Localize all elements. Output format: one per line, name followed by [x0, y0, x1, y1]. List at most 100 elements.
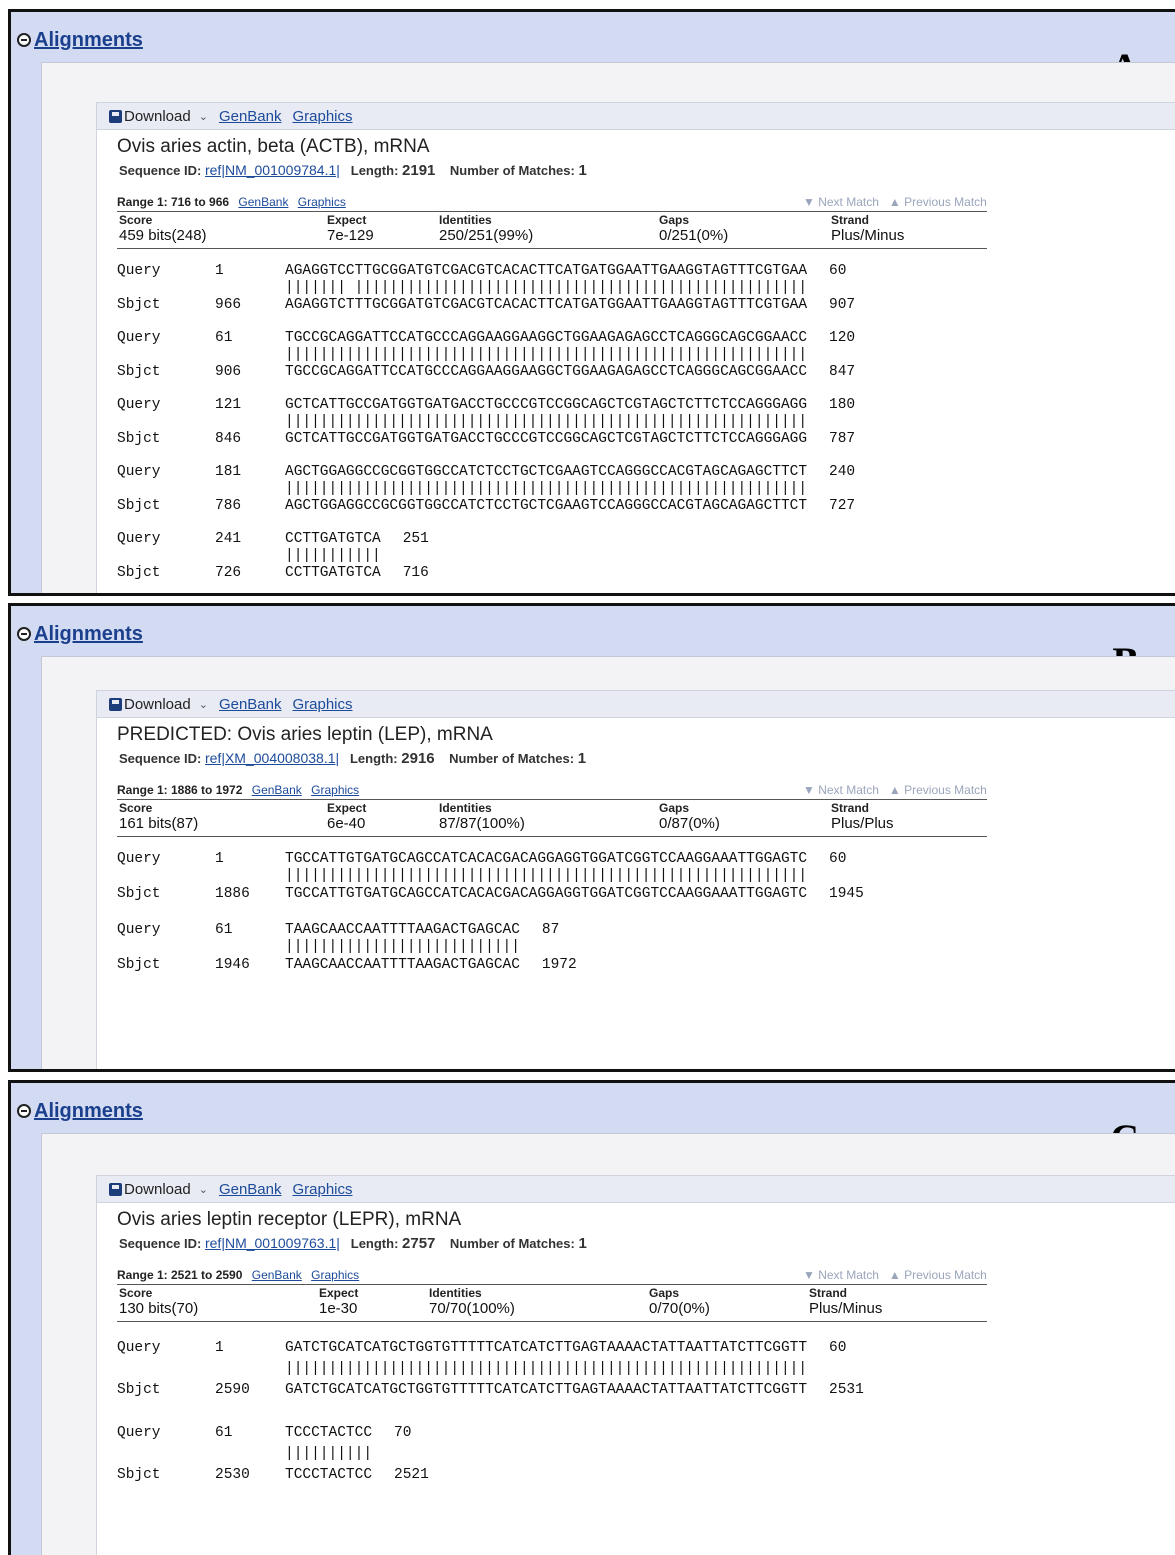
sequence-id-link[interactable]: ref|NM_001009763.1|: [205, 1235, 340, 1251]
graphics-link[interactable]: Graphics: [292, 108, 352, 125]
query-sequence: CCTTGATGTCA: [285, 531, 381, 547]
graphics-link[interactable]: Graphics: [292, 1181, 352, 1198]
stat-label: Identities: [439, 213, 492, 227]
alignments-header[interactable]: Alignments: [17, 1099, 143, 1123]
query-sequence: GATCTGCATCATGCTGGTGTTTTTCATCATCTTGAGTAAA…: [285, 1340, 808, 1356]
alignments-section-title[interactable]: Alignments: [34, 1100, 143, 1123]
query-start: 61: [215, 330, 233, 346]
query-label: Query: [117, 531, 161, 547]
sbjct-label: Sbjct: [117, 1467, 161, 1483]
range-graphics-link[interactable]: Graphics: [311, 1268, 359, 1282]
sbjct-label: Sbjct: [117, 498, 161, 514]
chevron-down-icon[interactable]: ⌄: [199, 1183, 208, 1196]
stat-strand: Strand Plus/Minus: [831, 213, 904, 244]
sbjct-sequence: TGCCGCAGGATTCCATGCCCAGGAAGGAAGGCTGGAAGAG…: [285, 364, 808, 380]
stat-value: Plus/Minus: [809, 1300, 883, 1317]
stat-label: Score: [119, 801, 153, 815]
range-genbank-link[interactable]: GenBank: [252, 1268, 302, 1282]
sequence-id-label: Sequence ID:: [119, 1236, 202, 1251]
sbjct-sequence: GATCTGCATCATGCTGGTGTTTTTCATCATCTTGAGTAAA…: [285, 1382, 808, 1398]
stat-expect: Expect 1e-30: [319, 1286, 358, 1317]
stat-label: Identities: [429, 1286, 482, 1300]
query-sequence: TGCCGCAGGATTCCATGCCCAGGAAGGAAGGCTGGAAGAG…: [285, 330, 808, 346]
query-end: 120: [829, 330, 856, 346]
next-match-link[interactable]: ▼ Next Match: [803, 195, 879, 209]
graphics-link[interactable]: Graphics: [292, 696, 352, 713]
alignments-section-title[interactable]: Alignments: [34, 29, 143, 52]
range-text: Range 1: 1886 to 1972: [117, 783, 243, 797]
download-button[interactable]: Download ⌄: [109, 1181, 208, 1198]
query-label: Query: [117, 1425, 161, 1441]
sbjct-label: Sbjct: [117, 297, 161, 313]
chevron-down-icon[interactable]: ⌄: [199, 110, 208, 123]
previous-match-link[interactable]: ▲ Previous Match: [889, 783, 987, 797]
matches-label: Number of Matches:: [449, 163, 575, 178]
next-match-link[interactable]: ▼ Next Match: [803, 783, 879, 797]
genbank-link[interactable]: GenBank: [219, 1181, 282, 1198]
sbjct-end: 787: [829, 431, 856, 447]
stat-value: 130 bits(70): [119, 1300, 199, 1317]
stat-label: Strand: [831, 801, 870, 815]
download-button[interactable]: Download ⌄: [109, 108, 208, 125]
range-genbank-link[interactable]: GenBank: [252, 783, 302, 797]
sbjct-label: Sbjct: [117, 431, 161, 447]
stat-strand: Strand Plus/Minus: [809, 1286, 882, 1317]
download-button[interactable]: Download ⌄: [109, 696, 208, 713]
sbjct-label: Sbjct: [117, 565, 161, 581]
alignments-header[interactable]: Alignments: [17, 28, 143, 52]
sbjct-start: 2530: [215, 1467, 250, 1483]
stat-strand: Strand Plus/Plus: [831, 801, 894, 832]
alignments-header[interactable]: Alignments: [17, 622, 143, 646]
alignments-section-title[interactable]: Alignments: [34, 623, 143, 646]
stat-identities: Identities 250/251(99%): [439, 213, 533, 244]
stat-label: Expect: [327, 801, 367, 815]
query-label: Query: [117, 330, 161, 346]
collapse-toggle-icon[interactable]: [17, 627, 31, 641]
alignment-blocks: Query 1 GATCTGCATCATGCTGGTGTTTTTCATCATCTTG…: [97, 1322, 1175, 1510]
length-value: 2757: [402, 1235, 436, 1252]
stat-expect: Expect 6e-40: [327, 801, 366, 832]
previous-match-link[interactable]: ▲ Previous Match: [889, 195, 987, 209]
genbank-link[interactable]: GenBank: [219, 696, 282, 713]
sbjct-end: 2531: [829, 1382, 864, 1398]
query-label: Query: [117, 851, 161, 867]
range-row: Range 1: 716 to 966 GenBank Graphics ▼ N…: [117, 195, 1175, 211]
sbjct-sequence: GCTCATTGCCGATGGTGATGACCTGCCCGTCCGGCAGCTC…: [285, 431, 808, 447]
collapse-toggle-icon[interactable]: [17, 1104, 31, 1118]
match-nav: ▼ Next Match ▲ Previous Match: [803, 1268, 987, 1282]
alignment-blocks: Query 1 TGCCATTGTGATGCAGCCATCACACGACAGGAGG…: [97, 837, 1175, 993]
stat-value: 0/251(0%): [659, 227, 729, 244]
match-bars: ||||||||||||||||||||||||||||||||||||||||…: [285, 414, 808, 430]
sequence-id-link[interactable]: ref|XM_004008038.1|: [205, 750, 339, 766]
stat-label: Strand: [831, 213, 870, 227]
match-bars: ||||||||||||||||||||||||||||||||||||||||…: [285, 347, 808, 363]
query-end: 60: [829, 263, 847, 279]
stat-expect: Expect 7e-129: [327, 213, 374, 244]
alignment-toolbar: Download ⌄ GenBank Graphics: [97, 103, 1175, 130]
range-genbank-link[interactable]: GenBank: [238, 195, 288, 209]
stat-score: Score 161 bits(87): [119, 801, 198, 832]
stat-label: Expect: [319, 1286, 359, 1300]
range-graphics-link[interactable]: Graphics: [298, 195, 346, 209]
next-match-link[interactable]: ▼ Next Match: [803, 1268, 879, 1282]
sbjct-end: 727: [829, 498, 856, 514]
sbjct-end: 847: [829, 364, 856, 380]
save-disk-icon: [109, 1182, 122, 1196]
length-value: 2191: [402, 162, 436, 179]
sbjct-end: 2521: [394, 1467, 429, 1483]
sbjct-sequence: CCTTGATGTCA: [285, 565, 381, 581]
collapse-toggle-icon[interactable]: [17, 33, 31, 47]
chevron-down-icon[interactable]: ⌄: [199, 698, 208, 711]
alignment-blocks: Query 1 AGAGGTCCTTGCGGATGTCGACGTCACACTTCAT…: [97, 249, 1175, 593]
sequence-id-link[interactable]: ref|NM_001009784.1|: [205, 162, 340, 178]
sbjct-label: Sbjct: [117, 957, 161, 973]
stat-label: Gaps: [649, 1286, 680, 1300]
stat-value: Plus/Plus: [831, 815, 894, 832]
sbjct-end: 716: [402, 565, 429, 581]
genbank-link[interactable]: GenBank: [219, 108, 282, 125]
previous-match-link[interactable]: ▲ Previous Match: [889, 1268, 987, 1282]
stat-value: 6e-40: [327, 815, 366, 832]
sequence-title: Ovis aries leptin receptor (LEPR), mRNA: [117, 1209, 462, 1230]
query-start: 181: [215, 464, 242, 480]
range-graphics-link[interactable]: Graphics: [311, 783, 359, 797]
